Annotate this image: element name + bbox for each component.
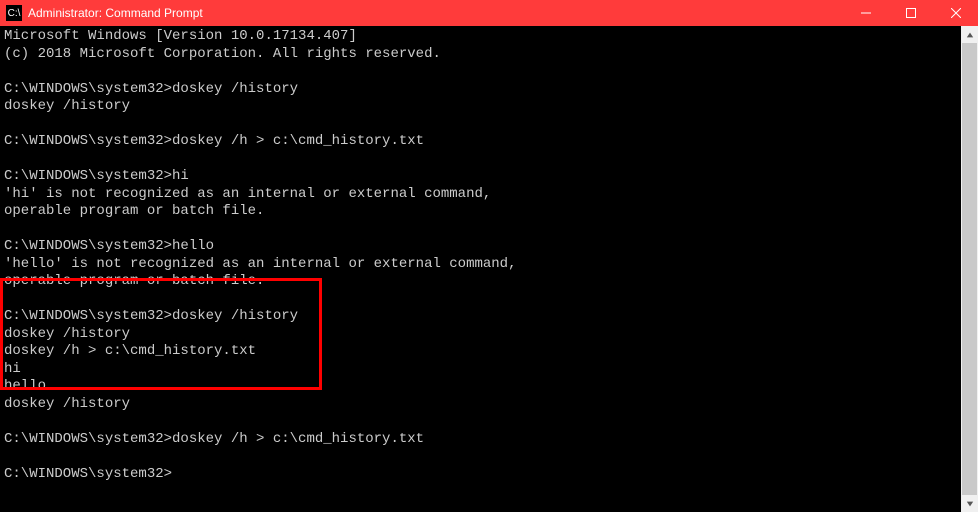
terminal-line [4,413,957,431]
titlebar[interactable]: C:\ Administrator: Command Prompt [0,0,978,26]
terminal-line: doskey /history [4,396,957,414]
terminal-line [4,116,957,134]
terminal-line: doskey /history [4,326,957,344]
terminal-line [4,63,957,81]
terminal-line: doskey /history [4,98,957,116]
terminal-line: C:\WINDOWS\system32>hi [4,168,957,186]
terminal-line: 'hi' is not recognized as an internal or… [4,186,957,204]
scroll-down-arrow-icon[interactable] [961,495,978,512]
minimize-button[interactable] [843,0,888,26]
terminal-output[interactable]: Microsoft Windows [Version 10.0.17134.40… [0,26,961,512]
vertical-scrollbar[interactable] [961,26,978,512]
terminal-line: C:\WINDOWS\system32> [4,466,957,484]
scroll-track[interactable] [961,43,978,495]
terminal-line: (c) 2018 Microsoft Corporation. All righ… [4,46,957,64]
terminal-line [4,291,957,309]
maximize-button[interactable] [888,0,933,26]
terminal-line [4,448,957,466]
terminal-line: Microsoft Windows [Version 10.0.17134.40… [4,28,957,46]
terminal-area: Microsoft Windows [Version 10.0.17134.40… [0,26,978,512]
terminal-line: operable program or batch file. [4,203,957,221]
terminal-line [4,221,957,239]
terminal-line: C:\WINDOWS\system32>doskey /history [4,308,957,326]
terminal-line: 'hello' is not recognized as an internal… [4,256,957,274]
terminal-line: hello [4,378,957,396]
terminal-line: C:\WINDOWS\system32>doskey /h > c:\cmd_h… [4,133,957,151]
terminal-line: doskey /h > c:\cmd_history.txt [4,343,957,361]
terminal-line: C:\WINDOWS\system32>hello [4,238,957,256]
window-title: Administrator: Command Prompt [28,6,843,20]
terminal-line: operable program or batch file. [4,273,957,291]
window-controls [843,0,978,26]
terminal-line [4,151,957,169]
terminal-line: C:\WINDOWS\system32>doskey /history [4,81,957,99]
close-button[interactable] [933,0,978,26]
scroll-thumb[interactable] [962,43,977,495]
terminal-line: hi [4,361,957,379]
cmd-icon: C:\ [6,5,22,21]
scroll-up-arrow-icon[interactable] [961,26,978,43]
terminal-line: C:\WINDOWS\system32>doskey /h > c:\cmd_h… [4,431,957,449]
